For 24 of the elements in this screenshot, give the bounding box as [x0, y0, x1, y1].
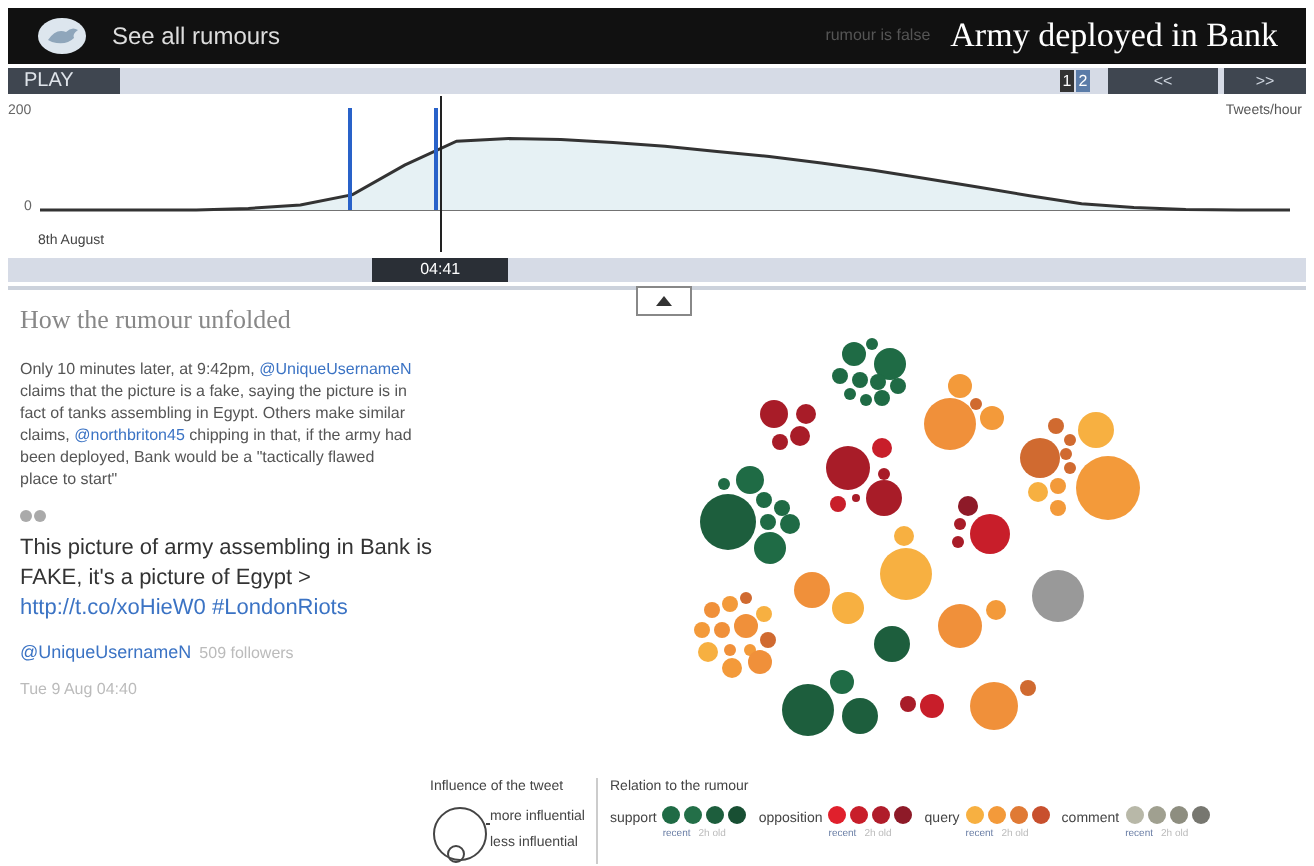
paragraph: Only 10 minutes later, at 9:42pm, @UniqueUsernameN claims that the picture is a fake, saying the picture is in fact of tanks assembling in Egypt. Others make similar claims, @northbriton45 chipping in that, if the army had been deployed, Bank would be a "tactically flawed place to start" [20, 357, 412, 489]
influence-circles-drawing [430, 803, 490, 863]
bird-icon [36, 16, 88, 56]
rumour-title: Army deployed in Bank [950, 14, 1278, 59]
paragraph: This picture of army assembling in Bank is FAKE, it's a picture of Egypt > http://t.co/xoHieW0 #LondonRiots [20, 533, 435, 623]
author-link[interactable]: @UniqueUsernameN [20, 639, 192, 666]
link[interactable]: http://t.co/xoHieW0 #LondonRiots [20, 595, 348, 619]
verdict-label: rumour is false [825, 24, 931, 48]
collapse-button[interactable] [636, 286, 692, 316]
quote-icon [20, 509, 48, 521]
link[interactable]: @UniqueUsernameN [259, 359, 412, 377]
time-handle[interactable]: 04:41 [372, 258, 509, 282]
up-triangle-icon [656, 296, 672, 306]
play-button[interactable]: PLAY [8, 68, 120, 94]
follower-count: 509 followers [199, 641, 294, 665]
page-button[interactable]: 1 [1060, 70, 1074, 92]
section-heading: How the rumour unfolded [20, 302, 293, 338]
next-button[interactable]: >> [1224, 68, 1306, 94]
tweet-time: Tue 9 Aug 04:40 [20, 678, 139, 702]
marker-lines [348, 108, 438, 210]
previous-button[interactable]: << [1108, 68, 1218, 94]
link[interactable]: @northbriton45 [74, 425, 185, 443]
back-link[interactable]: See all rumours [112, 18, 281, 54]
page-button[interactable]: 2 [1076, 70, 1090, 92]
